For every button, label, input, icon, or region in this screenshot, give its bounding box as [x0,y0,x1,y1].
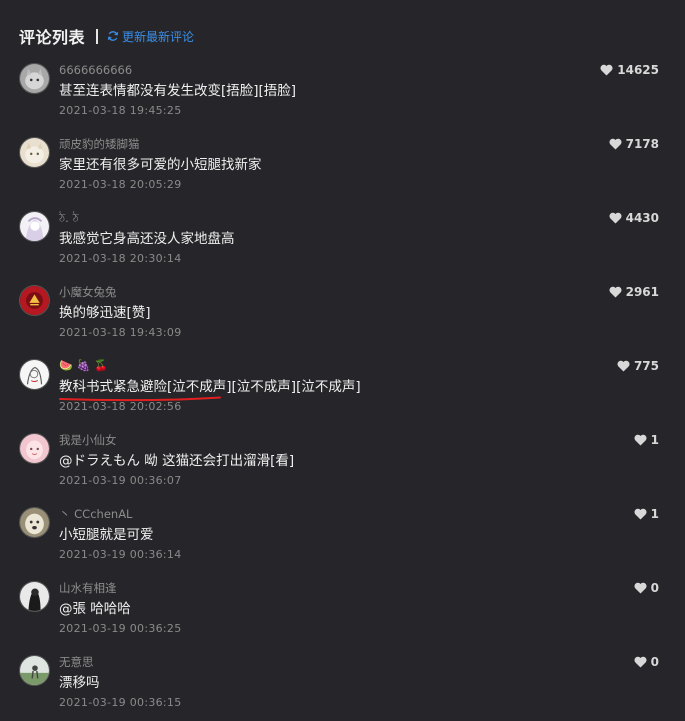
heart-icon [634,508,647,520]
like-count: 4430 [625,211,659,225]
heart-icon [634,656,647,668]
username[interactable]: 丶 CCchenAL [59,506,579,522]
comment-text: 换的够迅速[赞] [59,305,151,321]
comment-item: 我是小仙女 @ドラえもん 呦 这猫还会打出溜滑[看] 2021-03-19 00… [19,433,659,499]
like-count: 0 [650,581,659,595]
username[interactable]: 我是小仙女 [59,432,579,448]
avatar[interactable] [19,359,50,390]
comment-text: @ドラえもん 呦 这猫还会打出溜滑[看] [59,453,295,469]
like-count: 1 [650,433,659,447]
avatar[interactable] [19,137,50,168]
page-title: 评论列表 [19,28,86,47]
comment-timestamp: 2021-03-19 00:36:07 [59,474,182,487]
refresh-comments-button[interactable]: 更新最新评论 [107,28,194,45]
username[interactable]: 6666666666 [59,62,579,78]
like-count: 14625 [617,63,659,77]
like-button[interactable]: 0 [634,655,659,669]
comment-timestamp: 2021-03-19 00:36:25 [59,622,182,635]
heart-icon [609,138,622,150]
comment-text: 甚至连表情都没有发生改变[捂脸][捂脸] [59,83,297,99]
comment-text: 漂移吗 [59,675,100,691]
refresh-label: 更新最新评论 [122,29,195,44]
heart-icon [600,64,613,76]
comment-text: 教科书式紧急避险[泣不成声][泣不成声][泣不成声] [59,379,361,395]
header-divider [96,28,99,44]
watermelon-emoji: 🍉 [59,359,73,372]
username-emojis[interactable]: 🍉 🍇 🍒 [59,358,579,374]
heart-icon [634,434,647,446]
heart-icon [609,286,622,298]
comment-text: 小短腿就是可爱 [59,527,154,543]
like-count: 7178 [625,137,659,151]
heart-icon [609,212,622,224]
comment-timestamp: 2021-03-18 20:05:29 [59,178,182,191]
heart-icon [617,360,630,372]
comment-item: 顽皮豹的矮脚猫 家里还有很多可爱的小短腿找新家 2021-03-18 20:05… [19,137,659,203]
like-button[interactable]: 2961 [609,285,659,299]
comment-item: 山水有相逢 @張 哈哈哈 2021-03-19 00:36:25 0 [19,581,659,647]
avatar[interactable] [19,433,50,464]
like-button[interactable]: 1 [634,433,659,447]
comment-item: 丶 CCchenAL 小短腿就是可爱 2021-03-19 00:36:14 1 [19,507,659,573]
avatar[interactable] [19,63,50,94]
comment-text: 家里还有很多可爱的小短腿找新家 [59,157,262,173]
comment-list-header: 评论列表 更新最新评论 [19,24,194,48]
comment-item: ঠ. ঠ 我感觉它身高还没人家地盘高 2021-03-18 20:30:14 4… [19,211,659,277]
avatar[interactable] [19,655,50,686]
comment-text: @張 哈哈哈 [59,601,131,617]
comment-timestamp: 2021-03-18 19:43:09 [59,326,182,339]
comment-timestamp: 2021-03-18 19:45:25 [59,104,182,117]
like-count: 0 [650,655,659,669]
comment-text: 我感觉它身高还没人家地盘高 [59,231,235,247]
like-button[interactable]: 14625 [600,63,659,77]
username[interactable]: 小魔女兔兔 [59,284,579,300]
avatar[interactable] [19,285,50,316]
username[interactable]: 山水有相逢 [59,580,579,596]
username[interactable]: ঠ. ঠ [59,210,579,226]
username[interactable]: 无意思 [59,654,579,670]
like-button[interactable]: 775 [617,359,659,373]
like-button[interactable]: 7178 [609,137,659,151]
grape-emoji: 🍇 [76,359,91,372]
comment-timestamp: 2021-03-18 20:30:14 [59,252,182,265]
red-underline-annotation [59,396,221,402]
comment-item: 6666666666 甚至连表情都没有发生改变[捂脸][捂脸] 2021-03-… [19,63,659,129]
like-button[interactable]: 0 [634,581,659,595]
comment-item: 🍉 🍇 🍒 教科书式紧急避险[泣不成声][泣不成声][泣不成声] 2021-03… [19,359,659,425]
like-count: 2961 [625,285,659,299]
comment-timestamp: 2021-03-19 00:36:14 [59,548,182,561]
like-button[interactable]: 4430 [609,211,659,225]
like-count: 1 [650,507,659,521]
cherry-emoji: 🍒 [94,359,109,372]
avatar[interactable] [19,211,50,242]
avatar[interactable] [19,581,50,612]
comment-item: 小魔女兔兔 换的够迅速[赞] 2021-03-18 19:43:09 2961 [19,285,659,351]
comment-timestamp: 2021-03-19 00:36:15 [59,696,182,709]
avatar[interactable] [19,507,50,538]
like-count: 775 [633,359,659,373]
like-button[interactable]: 1 [634,507,659,521]
heart-icon [634,582,647,594]
refresh-icon [107,31,119,41]
comment-item: 无意思 漂移吗 2021-03-19 00:36:15 0 [19,655,659,721]
username[interactable]: 顽皮豹的矮脚猫 [59,136,579,152]
